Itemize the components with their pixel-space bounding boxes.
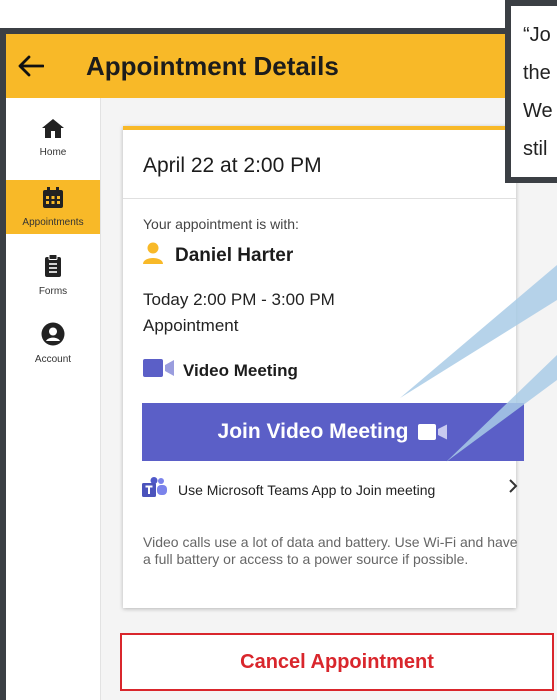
callout-text-line: the (523, 62, 551, 84)
video-meeting-row: Video Meeting (143, 358, 298, 383)
callout-text-line: stil (523, 138, 548, 160)
microsoft-teams-icon (142, 476, 168, 504)
sidebar-item-label: Appointments (22, 216, 84, 228)
sidebar-item-label: Forms (38, 285, 68, 297)
video-camera-icon (143, 358, 175, 383)
home-icon (41, 117, 65, 144)
back-arrow-icon[interactable] (18, 50, 50, 82)
video-meeting-label: Video Meeting (183, 360, 298, 380)
account-icon (41, 322, 65, 351)
teams-app-link[interactable]: Use Microsoft Teams App to Join meeting (142, 466, 524, 514)
sidebar-item-home[interactable]: Home (6, 110, 100, 164)
join-button-label: Join Video Meeting (217, 420, 409, 443)
sidebar: Home Appointments Forms Account (6, 98, 101, 700)
provider-row: Daniel Harter (143, 242, 293, 269)
appointment-date: April 22 at 2:00 PM (143, 154, 322, 177)
annotation-callout: “Jo the We stil (505, 0, 557, 183)
callout-text-line: We (523, 100, 553, 122)
sidebar-item-forms[interactable]: Forms (6, 248, 100, 302)
provider-name: Daniel Harter (175, 244, 294, 266)
teams-link-text: Use Microsoft Teams App to Join meeting (178, 481, 436, 498)
sidebar-item-account[interactable]: Account (6, 316, 100, 370)
video-camera-icon (418, 423, 448, 441)
calendar-icon (42, 186, 64, 214)
app-bar: Appointment Details (6, 34, 557, 98)
cancel-appointment-button[interactable]: Cancel Appointment (120, 633, 554, 691)
appointment-card: April 22 at 2:00 PM Your appointment is … (123, 126, 524, 608)
data-usage-note: Video calls use a lot of data and batter… (143, 534, 518, 567)
sidebar-item-label: Home (39, 146, 67, 158)
person-icon (143, 242, 163, 269)
page-title: Appointment Details (86, 50, 339, 81)
card-divider (123, 198, 516, 199)
sidebar-item-appointments[interactable]: Appointments (6, 180, 100, 234)
callout-text-line: “Jo (523, 24, 551, 46)
chevron-right-icon (508, 478, 518, 499)
clipboard-icon (44, 253, 62, 283)
appointment-type: Appointment (143, 316, 239, 335)
sidebar-item-label: Account (34, 353, 72, 365)
appointment-with-label: Your appointment is with: (143, 216, 299, 232)
phone-frame: Appointment Details Home Appointments Fo… (0, 28, 557, 700)
appointment-time: Today 2:00 PM - 3:00 PM (143, 290, 335, 309)
join-video-meeting-button[interactable]: Join Video Meeting (142, 403, 524, 461)
